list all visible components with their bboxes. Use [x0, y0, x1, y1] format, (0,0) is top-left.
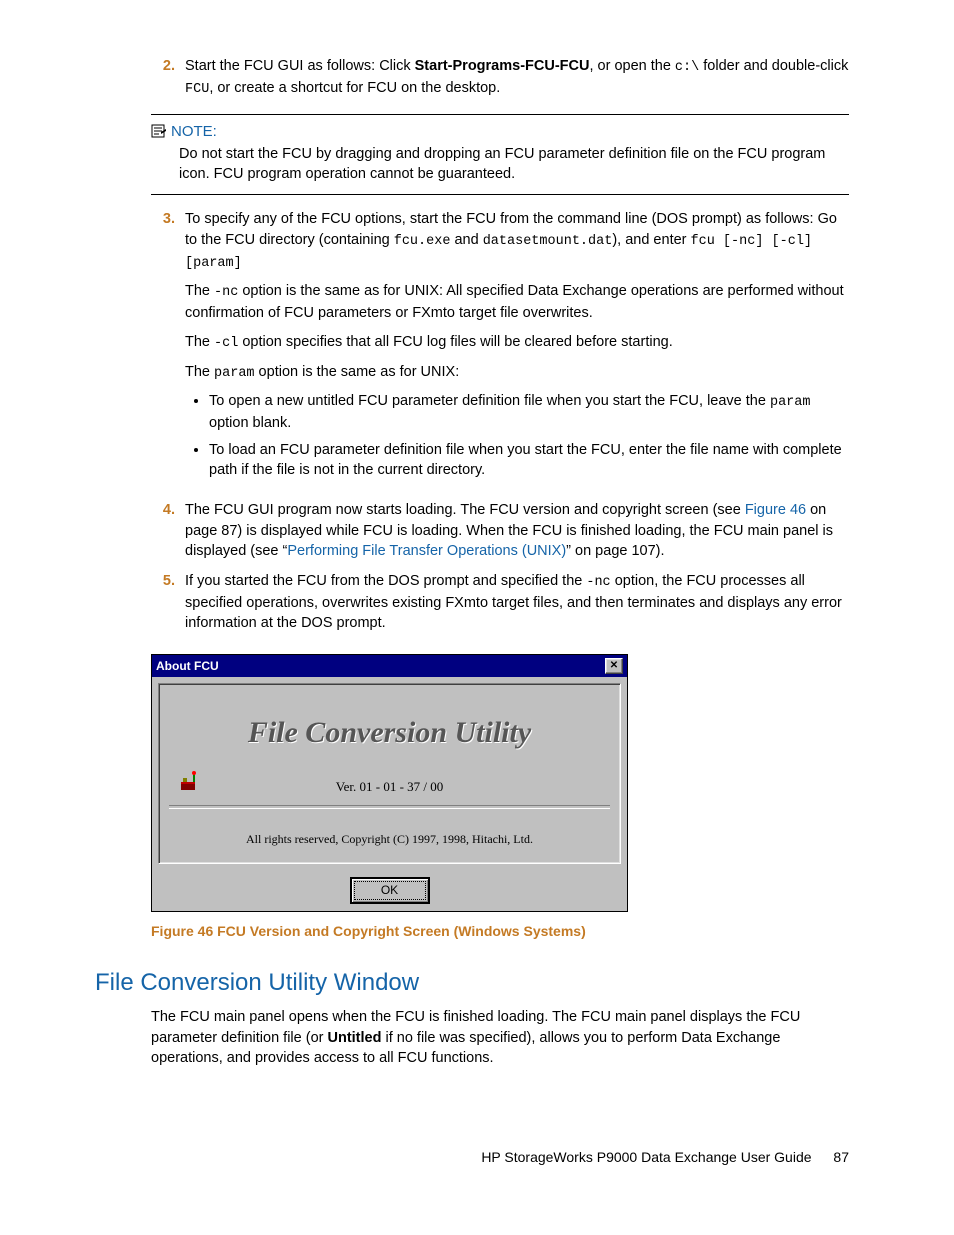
section-body: The FCU main panel opens when the FCU is… [151, 1007, 849, 1068]
note-title: NOTE: [171, 123, 217, 140]
copyright-text: All rights reserved, Copyright (C) 1997,… [169, 831, 610, 848]
dialog-body: File Conversion Utility Ver. 01 - 01 - 3… [158, 683, 621, 864]
step-5-text: If you started the FCU from the DOS prom… [185, 571, 849, 633]
version-text: Ver. 01 - 01 - 37 / 00 [169, 778, 610, 796]
about-fcu-dialog: About FCU ✕ File Conversion Utility Ver.… [151, 654, 628, 913]
bold-text: Start-Programs-FCU-FCU [415, 58, 590, 74]
step-4-text: The FCU GUI program now starts loading. … [185, 500, 849, 561]
dialog-heading: File Conversion Utility [169, 712, 610, 754]
close-button[interactable]: ✕ [605, 658, 623, 674]
footer-title: HP StorageWorks P9000 Data Exchange User… [481, 1149, 811, 1165]
text: If you started the FCU from the DOS prom… [185, 573, 586, 589]
text: option is the same as for UNIX: [255, 364, 460, 380]
titlebar: About FCU ✕ [152, 655, 627, 678]
text: ” on page 107). [566, 543, 664, 559]
text: option specifies that all FCU log files … [238, 334, 672, 350]
step-4: 4. The FCU GUI program now starts loadin… [151, 500, 849, 561]
text: ), and enter [612, 232, 690, 248]
text: The [185, 283, 214, 299]
list-number: 3. [151, 209, 175, 490]
code: param [214, 366, 255, 381]
step-3: 3. To specify any of the FCU options, st… [151, 209, 849, 490]
app-icon [179, 770, 201, 792]
text: The [185, 334, 214, 350]
step-2: 2. Start the FCU GUI as follows: Click S… [151, 56, 849, 100]
note-label: NOTE: [151, 121, 849, 142]
step-2-text: Start the FCU GUI as follows: Click Star… [185, 56, 849, 100]
text: , or open the [589, 58, 674, 74]
ok-button[interactable]: OK [351, 878, 429, 903]
code: datasetmount.dat [483, 234, 613, 249]
code: param [770, 395, 811, 410]
page-footer: HP StorageWorks P9000 Data Exchange User… [95, 1148, 849, 1168]
list-item: To load an FCU parameter definition file… [209, 440, 849, 481]
list-number: 2. [151, 56, 175, 100]
code: -nc [586, 575, 610, 590]
para-cl: The -cl option specifies that all FCU lo… [185, 332, 849, 354]
code: c:\ [675, 60, 699, 75]
link-unix-ops[interactable]: Performing File Transfer Operations (UNI… [287, 543, 566, 559]
text: folder and double-click [699, 58, 848, 74]
note-body: Do not start the FCU by dragging and dro… [179, 144, 849, 185]
bold-text: Untitled [328, 1030, 382, 1046]
text: Start the FCU GUI as follows: Click [185, 58, 415, 74]
code: fcu.exe [394, 234, 451, 249]
separator [169, 805, 610, 809]
step-5: 5. If you started the FCU from the DOS p… [151, 571, 849, 633]
text: option blank. [209, 415, 291, 431]
page-number: 87 [833, 1149, 849, 1165]
section-heading: File Conversion Utility Window [95, 966, 849, 1000]
list-item: To open a new untitled FCU parameter def… [209, 391, 849, 433]
code: -cl [214, 336, 238, 351]
list-number: 5. [151, 571, 175, 633]
para-param: The param option is the same as for UNIX… [185, 362, 849, 384]
text: and [450, 232, 482, 248]
figure-caption: Figure 46 FCU Version and Copyright Scre… [151, 922, 849, 942]
text: The [185, 364, 214, 380]
para-nc: The -nc option is the same as for UNIX: … [185, 281, 849, 323]
code: -nc [214, 285, 238, 300]
list-number: 4. [151, 500, 175, 561]
dialog-title: About FCU [156, 658, 219, 675]
bullet-list: To open a new untitled FCU parameter def… [185, 391, 849, 480]
note-icon [151, 124, 167, 138]
code: FCU [185, 82, 209, 97]
text: option is the same as for UNIX: All spec… [185, 283, 844, 321]
note-box: NOTE: Do not start the FCU by dragging a… [151, 114, 849, 196]
link-figure-46[interactable]: Figure 46 [745, 502, 806, 518]
text: , or create a shortcut for FCU on the de… [209, 80, 500, 96]
text: To open a new untitled FCU parameter def… [209, 393, 770, 409]
step-3-text: To specify any of the FCU options, start… [185, 209, 849, 273]
text: The FCU GUI program now starts loading. … [185, 502, 745, 518]
